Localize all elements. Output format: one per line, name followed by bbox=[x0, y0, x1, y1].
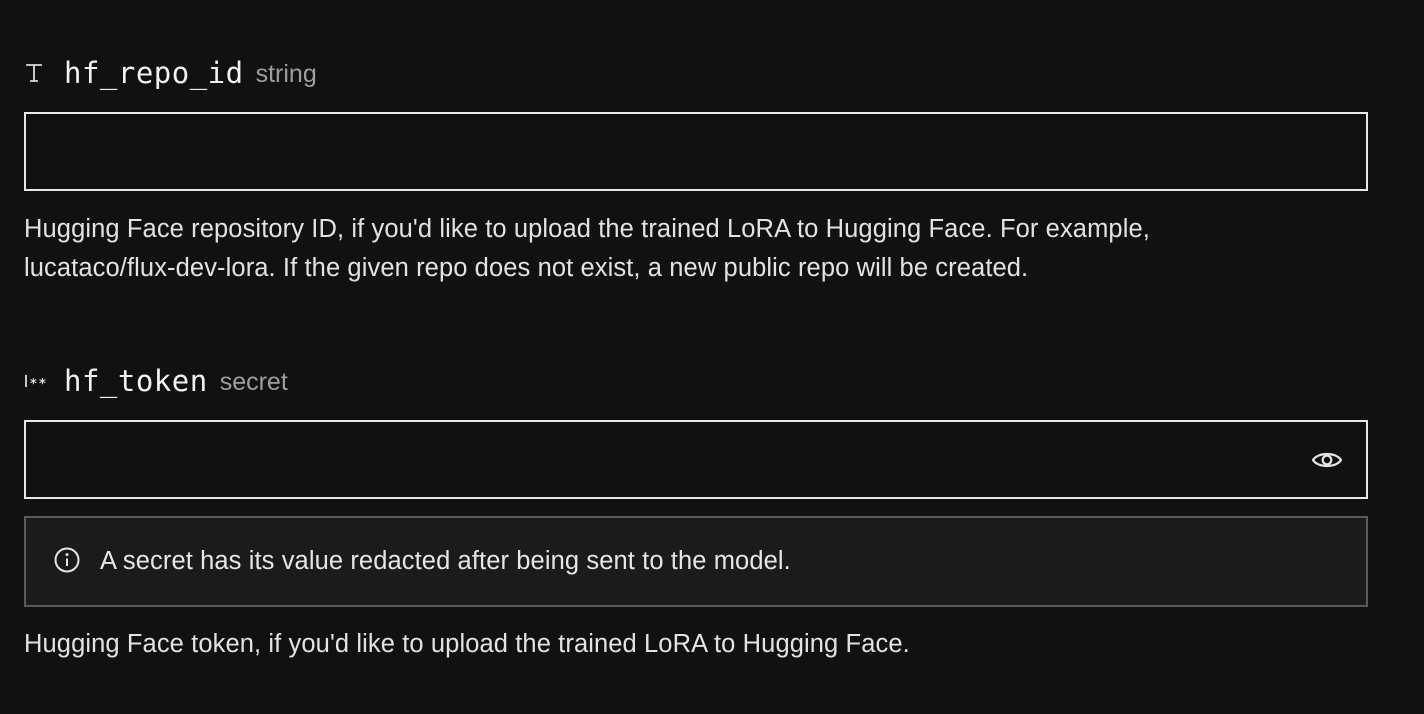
field-label-row: * * hf_token secret bbox=[24, 364, 1368, 398]
notice-text: A secret has its value redacted after be… bbox=[100, 547, 791, 575]
secret-type-icon: * * bbox=[24, 371, 52, 391]
field-description: Hugging Face repository ID, if you'd lik… bbox=[24, 210, 1368, 288]
info-icon bbox=[53, 546, 81, 574]
field-description: Hugging Face token, if you'd like to upl… bbox=[24, 625, 1368, 664]
eye-icon[interactable] bbox=[1310, 446, 1344, 474]
description-line: Hugging Face token, if you'd like to upl… bbox=[24, 630, 910, 658]
hf-repo-id-input[interactable] bbox=[26, 114, 1366, 189]
field-name: hf_token bbox=[64, 364, 208, 398]
field-hf-repo-id: hf_repo_id string Hugging Face repositor… bbox=[24, 56, 1368, 288]
field-name: hf_repo_id bbox=[64, 56, 244, 90]
text-type-icon bbox=[24, 62, 52, 84]
field-hf-token: * * hf_token secret A secret has its val… bbox=[24, 364, 1368, 664]
field-label-row: hf_repo_id string bbox=[24, 56, 1368, 90]
hf-token-input[interactable] bbox=[26, 422, 1366, 497]
field-type: string bbox=[255, 59, 317, 88]
secret-notice: A secret has its value redacted after be… bbox=[24, 516, 1368, 607]
hf-token-input-box[interactable] bbox=[24, 420, 1368, 499]
svg-text:*: * bbox=[30, 377, 37, 391]
hf-repo-id-input-box[interactable] bbox=[24, 112, 1368, 191]
svg-text:*: * bbox=[39, 377, 46, 391]
field-type: secret bbox=[219, 367, 288, 396]
description-line: Hugging Face repository ID, if you'd lik… bbox=[24, 215, 1150, 243]
description-line: lucataco/flux-dev-lora. If the given rep… bbox=[24, 254, 1029, 282]
